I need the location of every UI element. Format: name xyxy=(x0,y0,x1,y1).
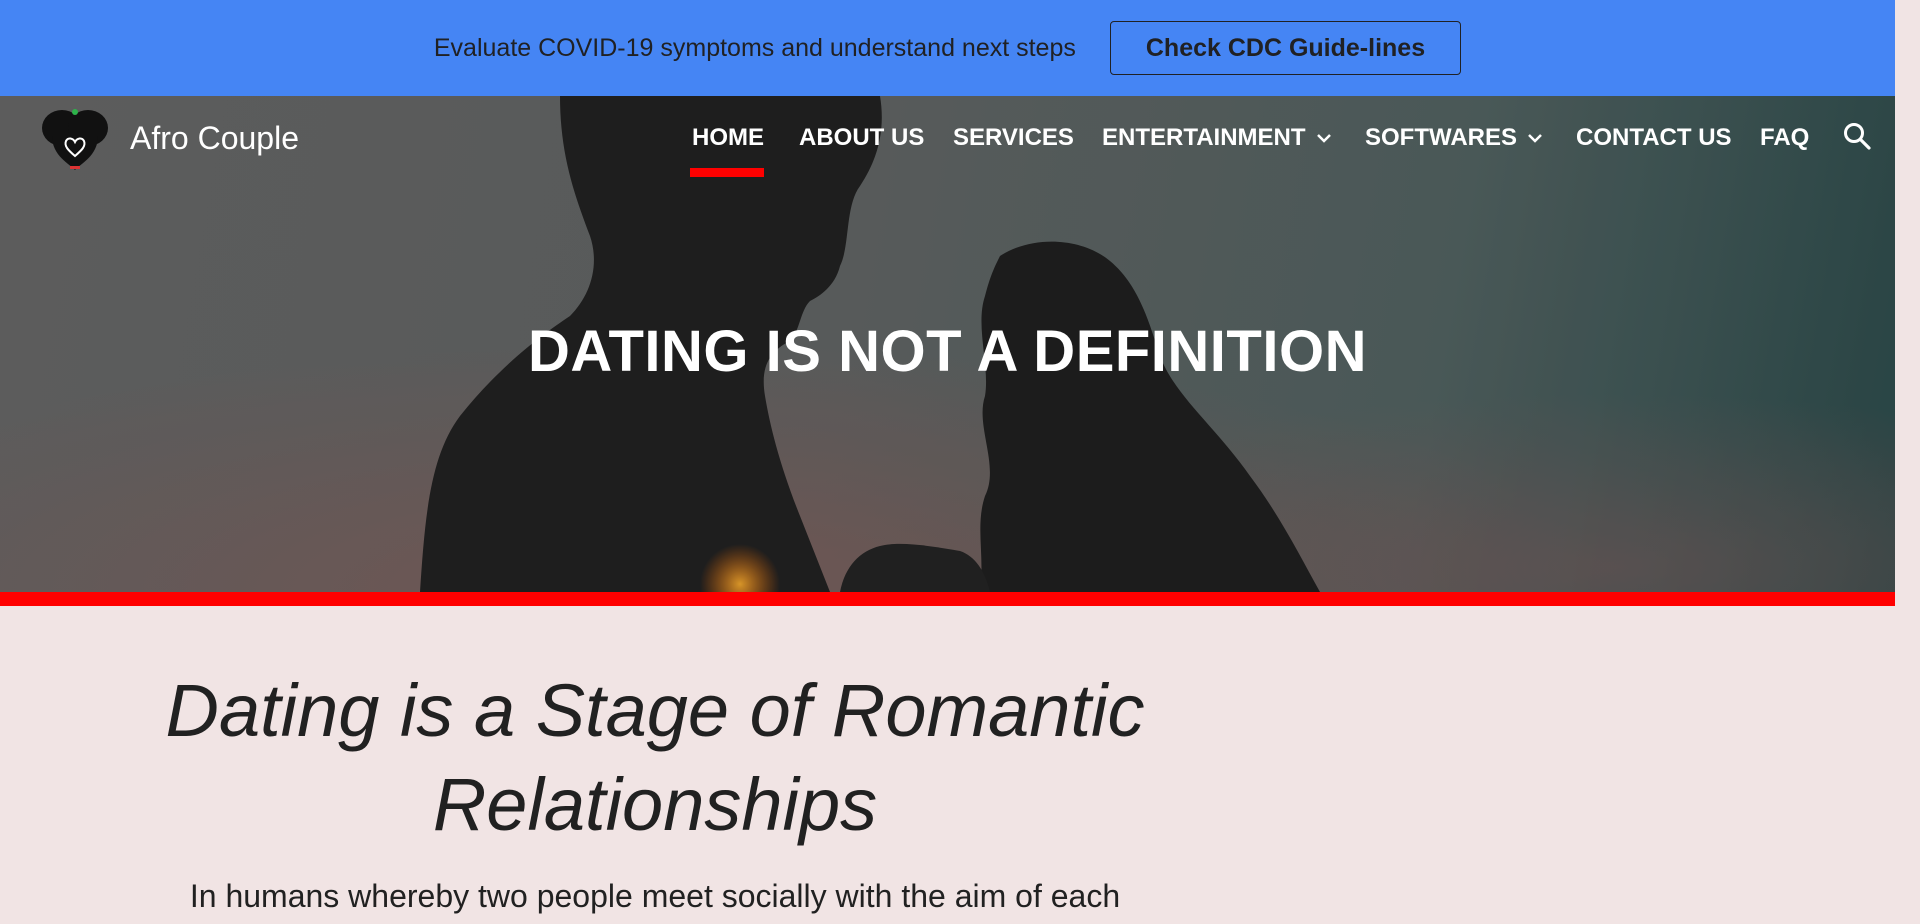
active-nav-indicator xyxy=(690,168,764,177)
nav-item-home[interactable]: HOME xyxy=(692,124,764,152)
nav-item-contact-us[interactable]: CONTACT US xyxy=(1576,124,1732,152)
site-title[interactable]: Afro Couple xyxy=(130,120,299,157)
chevron-down-icon xyxy=(1528,134,1542,143)
nav-item-label: SERVICES xyxy=(953,124,1074,151)
nav-item-label: FAQ xyxy=(1760,124,1810,151)
site-header: Afro Couple HOME ABOUT US SERVICES ENTER… xyxy=(0,96,1895,180)
nav-item-label: SOFTWARES xyxy=(1365,124,1518,151)
covid-banner: Evaluate COVID-19 symptoms and understan… xyxy=(0,0,1895,96)
nav-item-softwares[interactable]: SOFTWARES xyxy=(1365,124,1545,152)
check-cdc-guidelines-button[interactable]: Check CDC Guide-lines xyxy=(1109,21,1462,75)
nav-item-entertainment[interactable]: ENTERTAINMENT xyxy=(1102,124,1334,152)
hero-bottom-stripe xyxy=(0,592,1895,606)
scrollbar-gutter xyxy=(1895,0,1920,924)
couple-heart-logo-icon[interactable] xyxy=(40,106,110,172)
nav-item-label: ENTERTAINMENT xyxy=(1102,124,1306,151)
banner-text: Evaluate COVID-19 symptoms and understan… xyxy=(433,33,1076,62)
nav-item-label: ABOUT US xyxy=(799,124,925,151)
page: Evaluate COVID-19 symptoms and understan… xyxy=(0,0,1920,924)
content-heading: Dating is a Stage of Romantic Relationsh… xyxy=(165,669,1145,846)
chevron-down-icon xyxy=(1316,134,1331,143)
content-paragraph: In humans whereby two people meet social… xyxy=(189,878,1121,914)
nav-item-label: CONTACT US xyxy=(1576,124,1732,151)
search-icon[interactable] xyxy=(1842,121,1872,151)
nav-item-label: HOME xyxy=(692,124,764,151)
hero-title: DATING IS NOT A DEFINITION xyxy=(528,319,1367,384)
nav-item-about-us[interactable]: ABOUT US xyxy=(799,124,924,152)
nav-item-faq[interactable]: FAQ xyxy=(1760,124,1809,152)
nav-item-services[interactable]: SERVICES xyxy=(953,124,1074,152)
